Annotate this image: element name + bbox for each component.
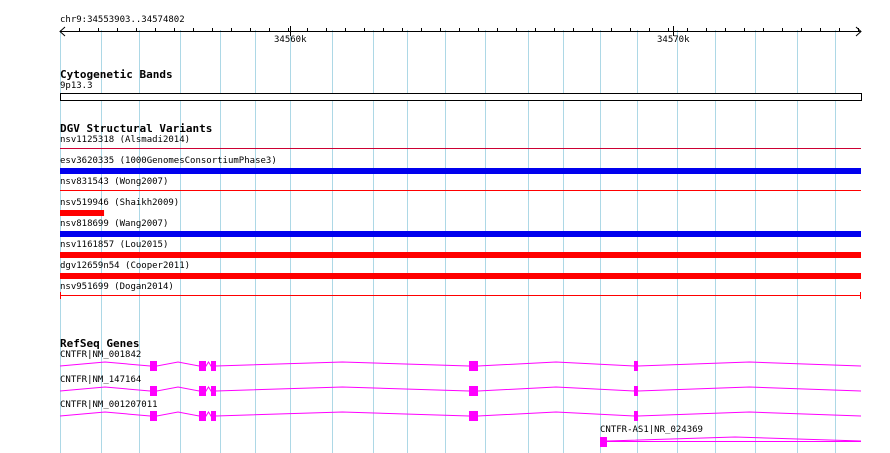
gene-exon [634,386,638,396]
gene-label[interactable]: CNTFR-AS1|NR_024369 [600,425,703,436]
gene-intron-line [59,360,862,367]
dgv-variant-label[interactable]: nsv831543 (Wong2007) [60,177,168,188]
gene-intron-line [59,410,862,417]
gene-exon [211,361,216,371]
gene-exon [469,386,478,396]
dgv-variant-bar [60,210,105,216]
gene-exon [634,411,638,421]
gene-exon [211,386,216,396]
cytobands-track-title[interactable]: Cytogenetic Bands [60,68,173,81]
dgv-track-title[interactable]: DGV Structural Variants [60,122,212,135]
dgv-variant-bar [60,231,861,237]
ruler-tick-label: 34560k [274,35,307,45]
dgv-variant-label[interactable]: nsv1161857 (Lou2015) [60,240,168,251]
gene-label[interactable]: CNTFR|NM_147164 [60,375,141,386]
gene-exon [634,361,638,371]
gene-exon [600,437,607,447]
dgv-variant-label[interactable]: dgv12659n54 (Cooper2011) [60,261,190,272]
dgv-variant-bar [60,273,861,279]
gene-exon [199,361,206,371]
dgv-variant-bar [60,252,861,258]
dgv-variant-label[interactable]: esv3620335 (1000GenomesConsortiumPhase3) [60,156,277,167]
gene-exon [469,411,478,421]
refseq-track-title[interactable]: RefSeq Genes [60,337,139,350]
ruler-tick-label: 34570k [657,35,690,45]
gene-exon [199,386,206,396]
cytoband-bar [60,93,862,101]
gene-exon [469,361,478,371]
dgv-variant-label[interactable]: nsv519946 (Shaikh2009) [60,198,179,209]
cytoband-label: 9p13.3 [60,81,93,91]
gene-exon [211,411,216,421]
gene-label[interactable]: CNTFR|NM_001207011 [60,400,158,411]
gene-exon [199,411,206,421]
dgv-variant-bar [60,168,861,174]
gene-intron-line [606,436,862,442]
dgv-variant-bar [60,190,861,191]
gene-intron-line [59,385,862,392]
dgv-variant-label[interactable]: nsv951699 (Dogan2014) [60,282,174,293]
gene-label[interactable]: CNTFR|NM_001842 [60,350,141,361]
ruler-range-label: chr9:34553903..34574802 [60,15,185,25]
dgv-variant-label[interactable]: nsv1125318 (Alsmadi2014) [60,135,190,146]
dgv-variant-label[interactable]: nsv818699 (Wang2007) [60,219,168,230]
dgv-variant-bar [60,148,861,149]
dgv-variant-bar [60,295,861,296]
